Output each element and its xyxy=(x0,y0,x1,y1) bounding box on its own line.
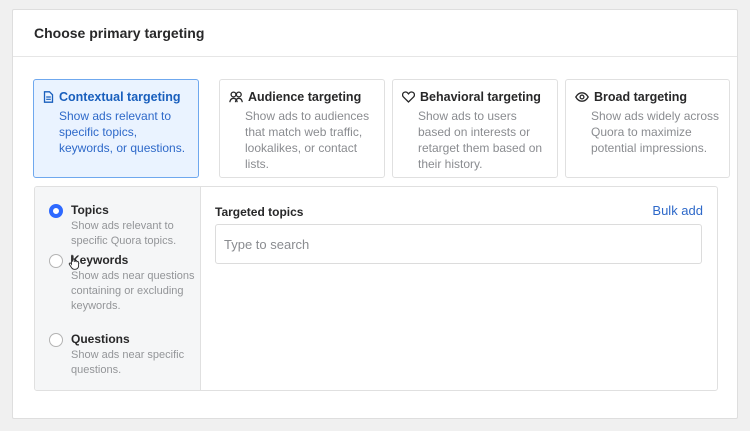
topic-search-input[interactable] xyxy=(215,224,702,264)
radio-topics[interactable] xyxy=(49,204,63,218)
card-description: Show ads relevant to specific topics, ke… xyxy=(59,109,186,155)
people-icon xyxy=(229,91,243,103)
option-description: Show ads relevant to specific Quora topi… xyxy=(71,220,177,247)
radio-keywords[interactable] xyxy=(49,254,63,268)
option-topics[interactable]: Topics Show ads relevant to specific Quo… xyxy=(49,203,199,247)
card-description: Show ads to users based on interests or … xyxy=(418,109,543,171)
targeting-options: Topics Show ads relevant to specific Quo… xyxy=(35,187,201,390)
panel-title: Choose primary targeting xyxy=(13,10,737,57)
option-questions[interactable]: Questions Show ads near specific questio… xyxy=(49,332,199,376)
card-title: Audience targeting xyxy=(248,90,362,104)
card-description: Show ads widely across Quora to maximize… xyxy=(591,109,720,155)
bulk-add-link[interactable]: Bulk add xyxy=(652,203,703,218)
option-description: Show ads near questions containing or ex… xyxy=(71,270,195,312)
targeting-detail: Topics Show ads relevant to specific Quo… xyxy=(34,186,718,391)
card-description: Show ads to audiences that match web tra… xyxy=(245,109,370,171)
eye-icon xyxy=(575,92,589,102)
option-title: Questions xyxy=(71,332,130,346)
targeted-topics-section: Targeted topics Bulk add xyxy=(201,187,717,390)
radio-questions[interactable] xyxy=(49,333,63,347)
hand-cursor-icon xyxy=(68,254,80,270)
option-title: Topics xyxy=(71,203,109,217)
card-behavioral-targeting[interactable]: Behavioral targeting Show ads to users b… xyxy=(392,79,558,178)
card-title: Behavioral targeting xyxy=(420,90,541,104)
card-audience-targeting[interactable]: Audience targeting Show ads to audiences… xyxy=(219,79,385,178)
heart-icon xyxy=(402,91,415,103)
document-icon xyxy=(43,91,54,103)
card-title: Broad targeting xyxy=(594,90,688,104)
targeting-panel: Choose primary targeting Contextual targ… xyxy=(12,9,738,419)
card-broad-targeting[interactable]: Broad targeting Show ads widely across Q… xyxy=(565,79,730,178)
card-title: Contextual targeting xyxy=(59,90,181,104)
option-description: Show ads near specific questions. xyxy=(71,349,185,376)
targeted-topics-label: Targeted topics xyxy=(215,205,304,219)
card-contextual-targeting[interactable]: Contextual targeting Show ads relevant t… xyxy=(33,79,199,178)
